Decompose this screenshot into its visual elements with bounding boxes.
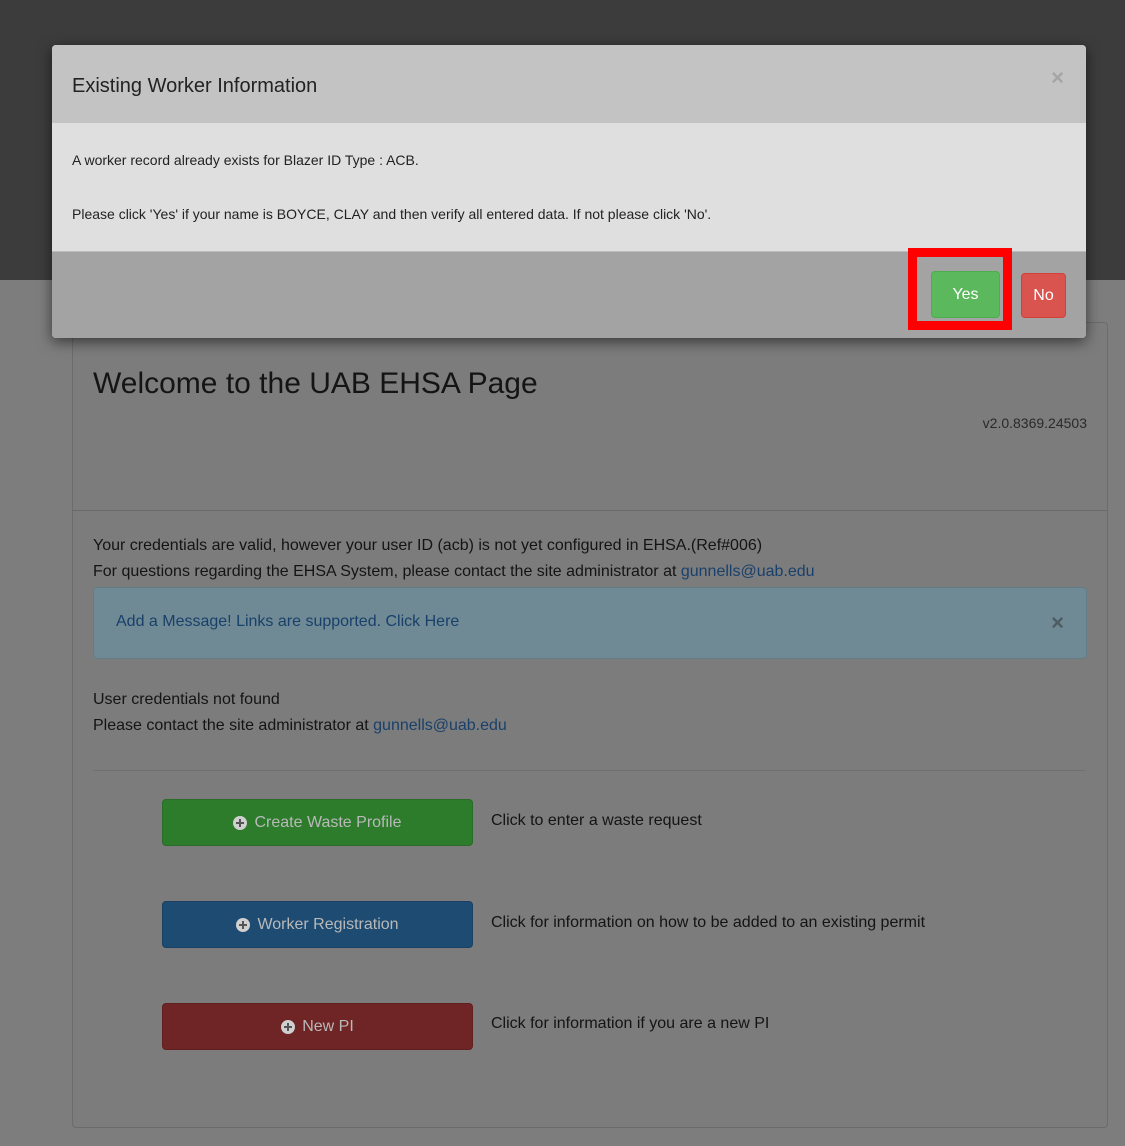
version-label: v2.0.8369.24503	[982, 415, 1087, 431]
create-waste-profile-desc: Click to enter a waste request	[491, 812, 702, 829]
message-alert: Add a Message! Links are supported. Clic…	[93, 587, 1087, 659]
worker-registration-label: Worker Registration	[257, 915, 399, 933]
existing-worker-modal: Existing Worker Information × A worker r…	[52, 45, 1086, 338]
alert-message: Add a Message! Links are supported. Clic…	[116, 613, 459, 631]
plus-circle-icon	[233, 815, 248, 830]
contact-message: For questions regarding the EHSA System,…	[93, 563, 815, 581]
not-found-message: User credentials not found	[93, 691, 280, 708]
modal-message-line2: Please click 'Yes' if your name is BOYCE…	[72, 206, 712, 222]
close-icon[interactable]: ×	[1051, 65, 1064, 91]
panel-header: Welcome to the UAB EHSA Page v2.0.8369.2…	[73, 323, 1107, 511]
alert-click-here-link[interactable]: Click Here	[386, 613, 460, 630]
yes-button[interactable]: Yes	[931, 271, 1000, 318]
create-waste-profile-label: Create Waste Profile	[254, 813, 402, 831]
not-found-email-link[interactable]: gunnells@uab.edu	[373, 717, 507, 734]
credentials-message: Your credentials are valid, however your…	[93, 537, 763, 554]
new-pi-desc: Click for information if you are a new P…	[491, 1015, 770, 1032]
modal-title: Existing Worker Information	[72, 75, 318, 97]
worker-registration-button[interactable]: Worker Registration	[162, 901, 473, 948]
main-panel: Welcome to the UAB EHSA Page v2.0.8369.2…	[72, 322, 1108, 1128]
admin-email-link[interactable]: gunnells@uab.edu	[681, 563, 815, 580]
worker-registration-desc: Click for information on how to be added…	[491, 914, 926, 931]
no-button[interactable]: No	[1021, 273, 1066, 318]
plus-circle-icon	[281, 1019, 296, 1034]
modal-footer: Yes No	[52, 248, 1086, 338]
section-divider	[93, 770, 1085, 771]
modal-message-line1: A worker record already exists for Blaze…	[72, 152, 419, 168]
modal-header: Existing Worker Information ×	[52, 45, 1086, 123]
alert-close-icon[interactable]: ×	[1051, 610, 1064, 636]
contact-message-text: For questions regarding the EHSA System,…	[93, 563, 681, 580]
new-pi-label: New PI	[302, 1017, 354, 1035]
not-found-contact: Please contact the site administrator at…	[93, 717, 507, 735]
new-pi-button[interactable]: New PI	[162, 1003, 473, 1050]
plus-circle-icon	[236, 917, 251, 932]
create-waste-profile-button[interactable]: Create Waste Profile	[162, 799, 473, 846]
alert-message-text: Add a Message! Links are supported.	[116, 613, 386, 630]
not-found-contact-text: Please contact the site administrator at	[93, 717, 374, 734]
page-title: Welcome to the UAB EHSA Page	[93, 367, 538, 400]
